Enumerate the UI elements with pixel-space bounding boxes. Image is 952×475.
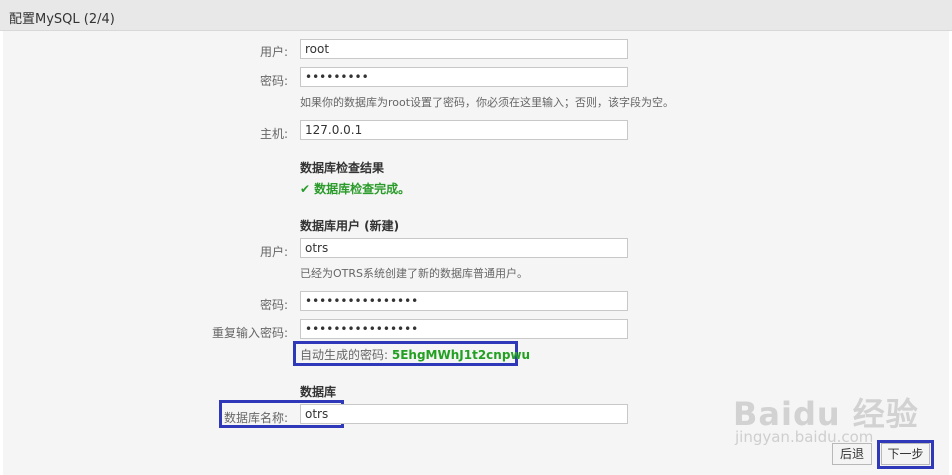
- db-user-input[interactable]: otrs: [300, 238, 628, 258]
- host-label: 主机:: [259, 127, 288, 141]
- page-header: 配置MySQL (2/4): [0, 0, 952, 31]
- db-password-input[interactable]: ••••••••••••••••: [300, 291, 628, 311]
- database-section-title: 数据库: [300, 385, 337, 399]
- db-user-section-title: 数据库用户 (新建): [300, 219, 400, 233]
- password-input[interactable]: •••••••••: [300, 67, 628, 87]
- db-password-repeat-input[interactable]: ••••••••••••••••: [300, 319, 628, 339]
- password-hint: 如果你的数据库为root设置了密码，你必须在这里输入；否则，该字段为空。: [300, 96, 675, 109]
- password-label: 密码:: [259, 74, 288, 88]
- generated-password-label: 自动生成的密码:: [300, 348, 389, 362]
- page-title: 配置MySQL (2/4): [9, 12, 115, 27]
- user-label: 用户:: [259, 45, 288, 59]
- db-name-input[interactable]: otrs: [300, 404, 628, 424]
- db-password-label: 密码:: [259, 298, 288, 312]
- db-password-repeat-label: 重复输入密码:: [211, 326, 288, 340]
- check-result-title: 数据库检查结果: [300, 161, 385, 175]
- generated-password-value: 5EhgMWhJ1t2cnpwu: [391, 348, 531, 362]
- db-user-hint: 已经为OTRS系统创建了新的数据库普通用户。: [300, 267, 529, 280]
- db-user-label: 用户:: [259, 245, 288, 259]
- back-button[interactable]: 后退: [832, 443, 872, 465]
- host-input[interactable]: 127.0.0.1: [300, 120, 628, 140]
- check-result-status: ✔ 数据库检查完成。: [300, 180, 410, 197]
- checkmark-icon: ✔: [300, 182, 311, 196]
- check-result-text: 数据库检查完成。: [314, 182, 411, 196]
- generated-password: 自动生成的密码: 5EhgMWhJ1t2cnpwu: [300, 346, 530, 363]
- next-button[interactable]: 下一步: [881, 443, 930, 465]
- user-input[interactable]: root: [300, 39, 628, 59]
- db-name-label: 数据库名称:: [223, 411, 288, 425]
